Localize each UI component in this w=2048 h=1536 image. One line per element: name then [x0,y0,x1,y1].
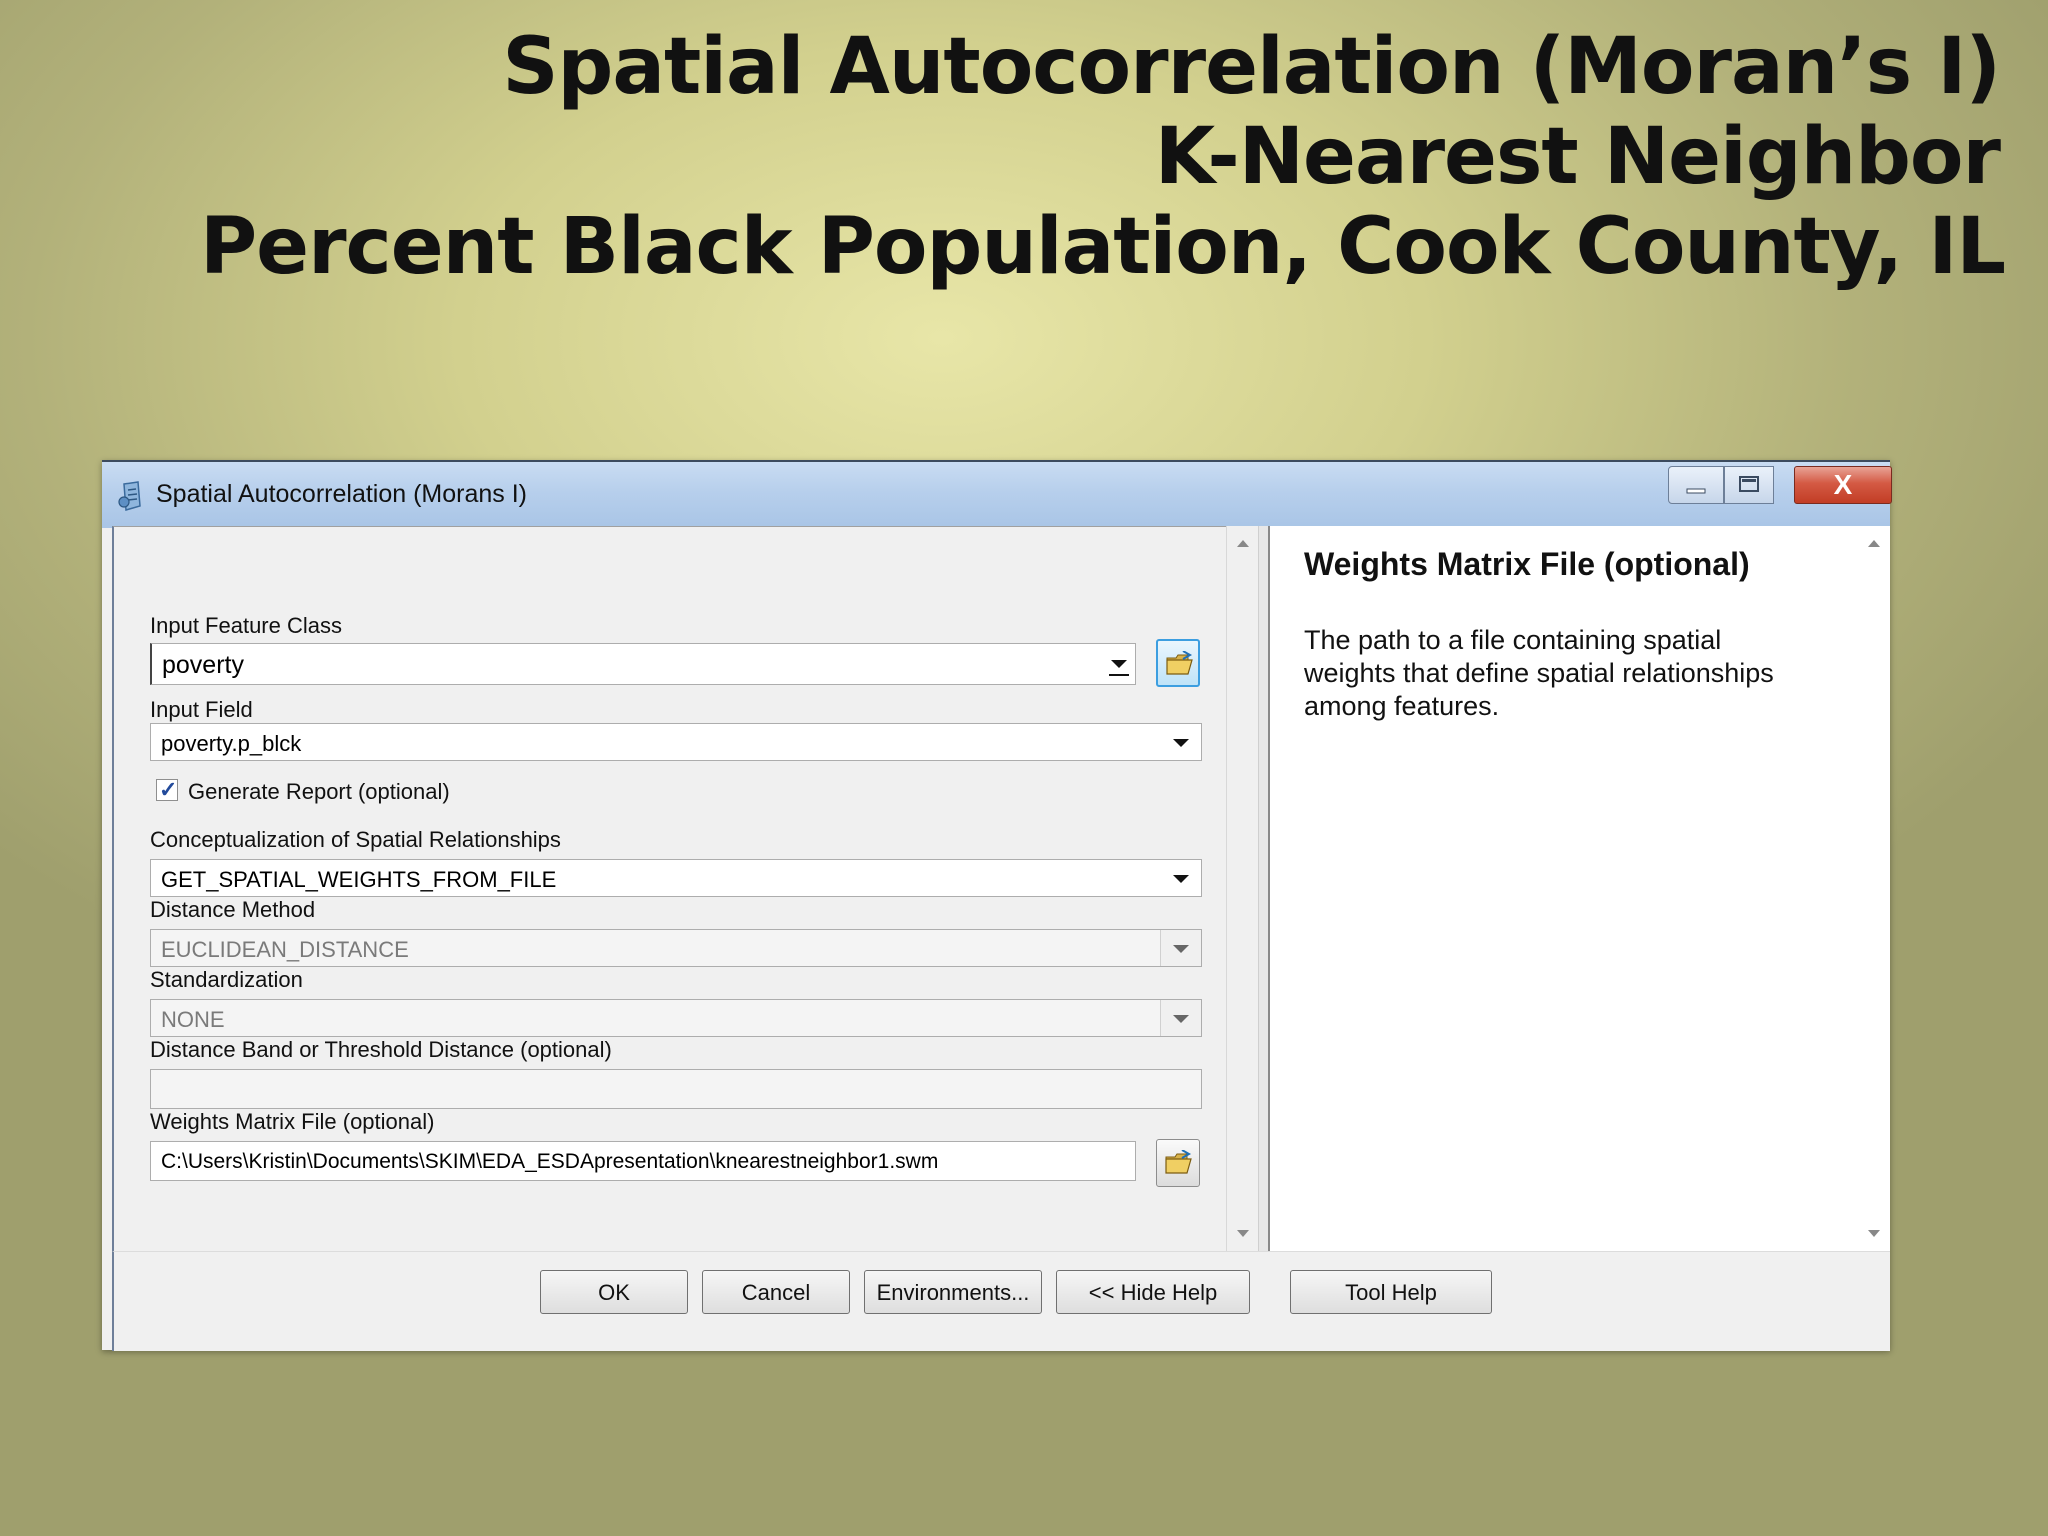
title-bar[interactable]: Spatial Autocorrelation (Morans I) X [102,460,1892,528]
slide-title: Spatial Autocorrelation (Moran’s I) K-Ne… [200,22,2006,292]
hide-help-button[interactable]: << Hide Help [1056,1270,1250,1314]
slide-title-line-1: Spatial Autocorrelation (Moran’s I) [502,22,2001,112]
input-feature-class-combo[interactable]: poverty [150,643,1136,685]
weights-matrix-input[interactable]: C:\Users\Kristin\Documents\SKIM\EDA_ESDA… [150,1141,1136,1181]
parameters-scrollbar[interactable] [1226,526,1259,1251]
help-title: Weights Matrix File (optional) [1304,546,1750,582]
minimize-icon [1686,488,1706,494]
help-text: The path to a file containing spatial we… [1304,625,1774,721]
slide-title-line-3: Percent Black Population, Cook County, I… [200,202,2006,292]
generate-report-label: Generate Report (optional) [188,779,450,804]
close-icon: X [1833,469,1853,500]
help-pane: Weights Matrix File (optional) The path … [1268,526,1860,1251]
browse-feature-class-button[interactable] [1156,639,1200,687]
window-title: Spatial Autocorrelation (Morans I) [156,480,528,508]
cancel-button[interactable]: Cancel [702,1270,850,1314]
input-feature-class-value: poverty [162,651,244,679]
browse-weights-button[interactable] [1156,1139,1200,1187]
conceptualization-label: Conceptualization of Spatial Relationshi… [150,827,561,852]
chevron-down-icon [1173,875,1189,883]
distance-band-label: Distance Band or Threshold Distance (opt… [150,1037,612,1062]
input-field-select[interactable]: poverty.p_blck [150,723,1202,761]
tool-script-icon [118,481,141,511]
dropdown-underline [1109,674,1129,676]
input-feature-class-label: Input Feature Class [150,613,342,638]
distance-method-select[interactable]: EUCLIDEAN_DISTANCE [150,929,1202,967]
chevron-down-icon [1173,945,1189,953]
conceptualization-select[interactable]: GET_SPATIAL_WEIGHTS_FROM_FILE [150,859,1202,897]
distance-band-input[interactable] [150,1069,1202,1109]
help-scrollbar[interactable] [1858,526,1890,1251]
chevron-down-icon [1173,1015,1189,1023]
chevron-down-icon [1111,660,1127,668]
scroll-up-icon[interactable] [1237,540,1249,547]
standardization-label: Standardization [150,967,303,992]
distance-method-value: EUCLIDEAN_DISTANCE [161,937,409,962]
tool-help-button[interactable]: Tool Help [1290,1270,1492,1314]
open-folder-icon [1165,1150,1192,1174]
weights-matrix-label: Weights Matrix File (optional) [150,1109,435,1134]
environments-button[interactable]: Environments... [864,1270,1042,1314]
standardization-select[interactable]: NONE [150,999,1202,1037]
distance-method-label: Distance Method [150,897,316,922]
maximize-button[interactable] [1724,466,1774,504]
parameters-pane: Input Feature Class poverty Input Field … [112,526,1228,1252]
close-button[interactable]: X [1794,466,1892,504]
generate-report-checkbox[interactable]: ✓ [156,777,178,802]
button-bar: OK Cancel Environments... << Hide Help T… [112,1251,1890,1351]
weights-matrix-value: C:\Users\Kristin\Documents\SKIM\EDA_ESDA… [161,1150,939,1173]
open-folder-icon [1166,651,1193,675]
conceptualization-value: GET_SPATIAL_WEIGHTS_FROM_FILE [161,867,557,892]
standardization-value: NONE [161,1007,225,1032]
input-field-label: Input Field [150,697,253,722]
checkmark-icon: ✓ [159,777,178,802]
maximize-icon [1739,476,1759,492]
ok-button[interactable]: OK [540,1270,688,1314]
slide-title-line-2: K-Nearest Neighbor [1154,112,2001,202]
input-field-value: poverty.p_blck [161,731,302,756]
chevron-down-icon [1173,739,1189,747]
scroll-up-icon[interactable] [1868,540,1880,547]
scroll-down-icon[interactable] [1868,1230,1880,1237]
scroll-down-icon[interactable] [1237,1230,1249,1237]
minimize-button[interactable] [1668,466,1724,504]
dialog-window: Spatial Autocorrelation (Morans I) X Inp… [102,460,1892,1351]
